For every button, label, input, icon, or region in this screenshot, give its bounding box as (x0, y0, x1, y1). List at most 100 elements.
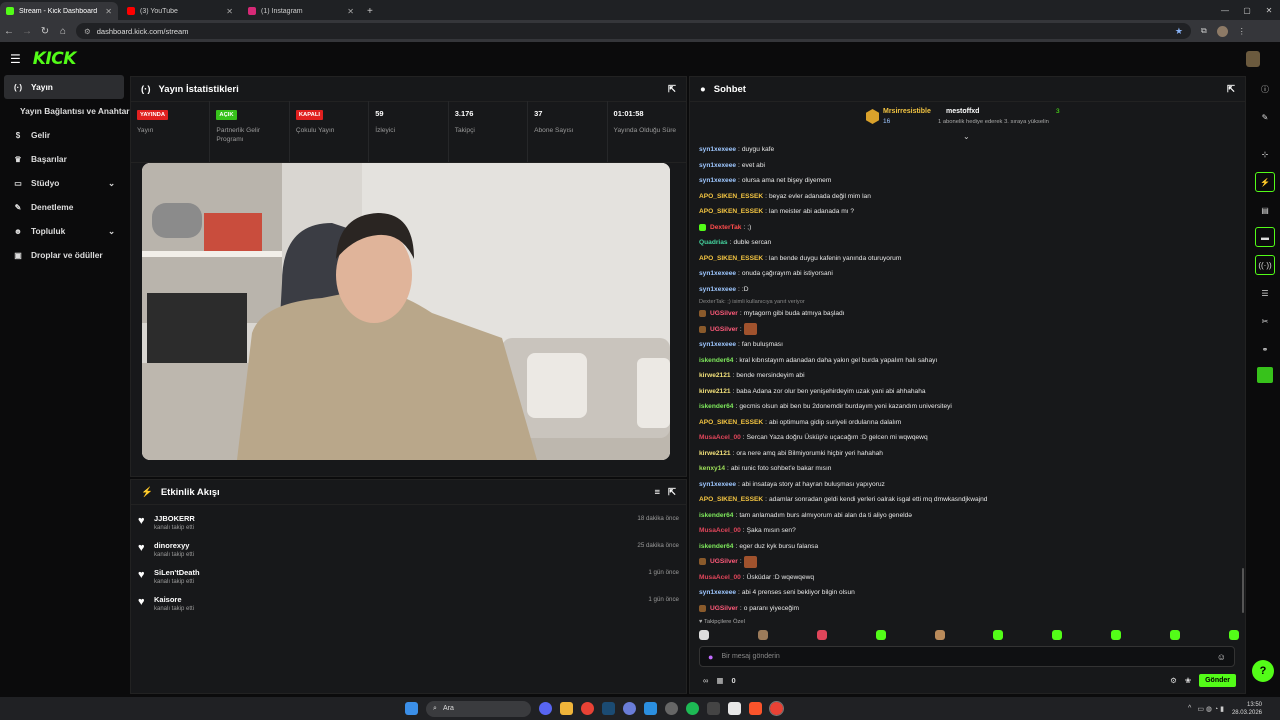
chat-username[interactable]: syn1xexeee (699, 177, 736, 184)
emote-icon[interactable] (757, 630, 768, 640)
chat-username[interactable]: MusaAcel_00 (699, 574, 741, 581)
broadcast-icon[interactable]: ((·)) (1255, 255, 1275, 275)
community-icon[interactable]: ⚭ (1258, 342, 1272, 356)
profile-avatar[interactable] (1216, 25, 1228, 37)
chat-username[interactable]: iskender64 (699, 403, 733, 410)
chat-icon[interactable]: ▬ (1255, 227, 1275, 247)
close-tab-icon[interactable]: ✕ (105, 7, 112, 16)
emote-icon[interactable] (699, 630, 709, 640)
epic-games-icon[interactable] (707, 702, 721, 715)
popout-icon[interactable]: ⇱ (668, 84, 676, 95)
help-button[interactable]: ? (1252, 660, 1274, 682)
chat-username[interactable]: kirwe2121 (699, 372, 731, 379)
emote-icon[interactable] (875, 630, 886, 640)
chat-username[interactable]: syn1xexeee (699, 270, 736, 277)
chat-username[interactable]: UGSilver (710, 605, 738, 612)
minimize-icon[interactable]: — (1214, 0, 1236, 20)
close-tab-icon[interactable]: ✕ (226, 7, 233, 16)
emote-icon[interactable] (934, 630, 945, 640)
chat-username[interactable]: MusaAcel_00 (699, 434, 741, 441)
home-icon[interactable]: ⌂ (54, 22, 72, 40)
emote-icon[interactable] (1170, 630, 1180, 640)
chat-username[interactable]: syn1xexeee (699, 341, 736, 348)
chat-username[interactable]: syn1xexeee (699, 481, 736, 488)
chat-username[interactable]: iskender64 (699, 357, 733, 364)
chevron-down-icon[interactable]: ⌄ (108, 178, 115, 188)
activity-username[interactable]: Kaisore (154, 595, 182, 604)
chat-username[interactable]: iskender64 (699, 512, 733, 519)
chat-username[interactable]: kenxy14 (699, 465, 725, 472)
browser-tab-instagram[interactable]: (1) Instagram ✕ (242, 2, 360, 20)
sidebar-item-denetleme[interactable]: ✎ Denetleme (4, 195, 124, 219)
chrome-active-icon[interactable] (769, 701, 785, 716)
store-icon[interactable]: ▦ (716, 676, 723, 685)
popout-icon[interactable]: ⇱ (668, 487, 676, 498)
app-icon[interactable] (665, 702, 679, 715)
notion-icon[interactable] (728, 702, 742, 715)
chevron-down-icon[interactable]: ⌄ (108, 226, 115, 236)
browser-tab-youtube[interactable]: (3) YouTube ✕ (121, 2, 239, 20)
emote-icon[interactable] (1111, 630, 1122, 640)
app-icon[interactable] (623, 702, 637, 715)
steam-icon[interactable] (602, 702, 616, 715)
chat-username[interactable]: syn1xexeee (699, 162, 736, 169)
vscode-icon[interactable] (644, 702, 658, 715)
chat-username[interactable]: iskender64 (699, 543, 733, 550)
clock[interactable]: 13:50 28.03.2026 (1232, 701, 1262, 717)
popout-icon[interactable]: ⇱ (1227, 84, 1235, 95)
app-icon[interactable] (1257, 367, 1273, 383)
chat-username[interactable]: MusaAcel_00 (699, 527, 741, 534)
chat-scrollbar[interactable] (1242, 568, 1244, 613)
community-icon[interactable]: ∞ (703, 676, 708, 685)
collapse-chevron-icon[interactable]: ⌄ (963, 132, 970, 141)
user-avatar[interactable] (1246, 51, 1260, 67)
sidebar-item-gelir[interactable]: $ Gelir (4, 123, 124, 147)
sidebar-item-yayin[interactable]: (·) Yayın (4, 75, 124, 99)
chrome-icon[interactable] (581, 702, 595, 715)
chat-username[interactable]: UGSilver (710, 558, 738, 565)
emote-icon[interactable] (816, 630, 827, 640)
hamburger-menu-icon[interactable]: ☰ (10, 52, 21, 66)
activity-username[interactable]: JJBOKERR (154, 514, 195, 523)
windows-start-icon[interactable] (405, 702, 419, 715)
send-button[interactable]: Gönder (1199, 673, 1236, 687)
chat-username[interactable]: APO_SIKEN_ESSEK (699, 419, 763, 426)
emote-icon[interactable] (1228, 630, 1239, 640)
forward-icon[interactable]: → (18, 22, 36, 40)
chat-username[interactable]: UGSilver (710, 326, 738, 333)
chat-username[interactable]: syn1xexeee (699, 589, 736, 596)
edit-icon[interactable]: ✎ (1258, 110, 1272, 124)
wrench-icon[interactable]: ✂ (1258, 314, 1272, 328)
lightning-icon[interactable]: ⚡ (1255, 172, 1275, 192)
kick-logo[interactable]: KICK (33, 49, 77, 69)
browser-tab-kick[interactable]: Stream - Kick Dashboard ✕ (0, 2, 118, 20)
emote-icon[interactable] (993, 630, 1004, 640)
chat-username[interactable]: APO_SIKEN_ESSEK (699, 496, 763, 503)
file-explorer-icon[interactable] (560, 702, 574, 715)
emote-icon[interactable] (1052, 630, 1063, 640)
close-tab-icon[interactable]: ✕ (347, 7, 354, 16)
sidebar-item-topluluk[interactable]: ☻ Topluluk ⌄ (4, 219, 124, 243)
microphone-icon[interactable]: ● (708, 652, 713, 662)
back-icon[interactable]: ← (0, 22, 18, 40)
chat-username[interactable]: syn1xexeee (699, 286, 736, 293)
bookmark-star-icon[interactable]: ★ (1175, 26, 1183, 37)
sidebar-item-droplar[interactable]: ▣ Droplar ve ödüller (4, 243, 124, 267)
chat-username[interactable]: UGSilver (710, 310, 738, 317)
activity-username[interactable]: dinorexyy (154, 541, 189, 550)
tray-icons[interactable]: ▭ ◍ ◔ ▮ (1197, 705, 1224, 713)
maximize-icon[interactable]: ▢ (1236, 0, 1258, 20)
chat-input[interactable]: ● Bir mesaj gönderin ☺ (699, 646, 1235, 667)
new-tab-icon[interactable]: + (367, 6, 373, 17)
chat-username[interactable]: DexterTak (710, 224, 741, 231)
gift-icon[interactable]: ❀ (1185, 676, 1191, 685)
document-icon[interactable]: ▤ (1258, 203, 1272, 217)
extensions-icon[interactable]: ⧉ (1201, 26, 1207, 36)
crosshair-icon[interactable]: ⊹ (1258, 147, 1272, 161)
close-window-icon[interactable]: ✕ (1258, 0, 1280, 20)
stream-preview-video[interactable] (142, 163, 670, 460)
discord-icon[interactable] (539, 702, 553, 715)
sidebar-item-basarilar[interactable]: ♛ Başarılar (4, 147, 124, 171)
chat-username[interactable]: syn1xexeee (699, 146, 736, 153)
chat-username[interactable]: kirwe2121 (699, 388, 731, 395)
